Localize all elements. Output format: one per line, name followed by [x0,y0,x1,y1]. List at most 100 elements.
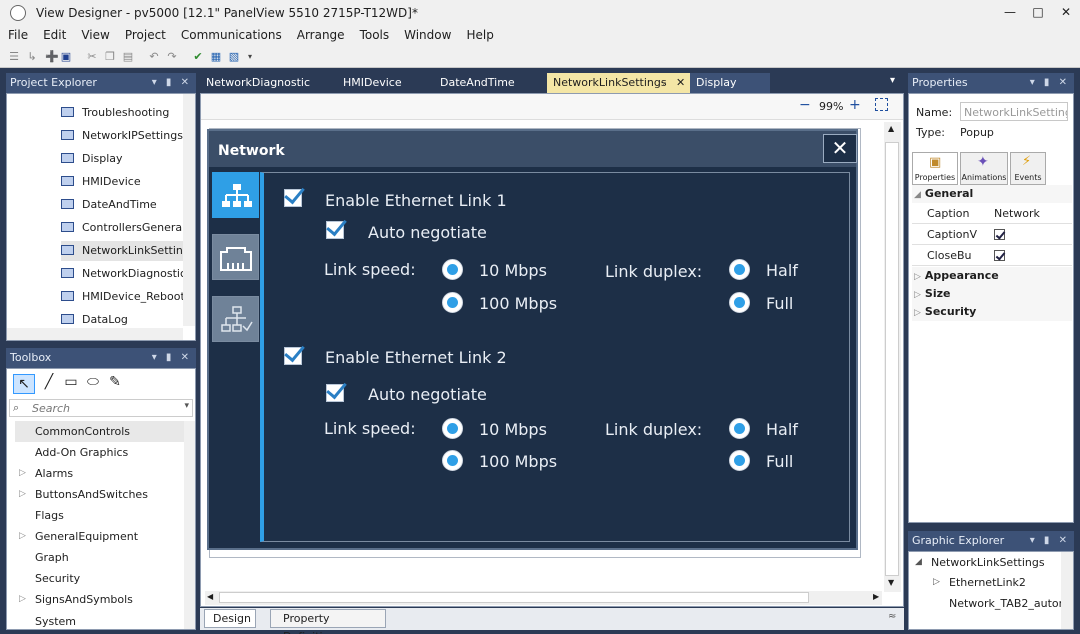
toolbox-category[interactable]: Security [15,568,191,589]
tree-item[interactable]: DataLog [61,310,128,330]
horizontal-scrollbar[interactable] [7,328,183,340]
copy-icon[interactable]: ❐ [102,49,118,65]
expand-icon[interactable]: ▷ [19,589,26,610]
zoom-out-icon[interactable]: − [799,97,811,113]
tree-item[interactable]: NetworkDiagnostic [61,264,186,284]
scroll-thumb[interactable] [885,142,899,576]
link2-speed-100-radio[interactable] [442,450,463,471]
pointer-tool-icon[interactable]: ↖ [13,374,35,394]
pin-icon[interactable]: ⨪ [661,73,666,93]
open-icon[interactable]: ↳ [24,49,40,65]
graphic-item[interactable]: Network_TAB2_autone [949,597,1072,610]
tree-item[interactable]: HMIDevice_RebootC [61,287,192,307]
communications-icon[interactable]: ▧ [226,49,242,65]
toolbox-category[interactable]: ▷ ButtonsAndSwitches [15,484,191,505]
auto-negotiate-link1-checkbox[interactable] [326,221,344,239]
expand-icon[interactable]: ▷ [914,272,921,282]
auto-negotiate-link2-checkbox[interactable] [326,384,344,402]
enable-link2-checkbox[interactable] [284,347,302,365]
link1-speed-10-radio[interactable] [442,259,463,280]
tree-item[interactable]: ControllersGeneral [61,218,185,238]
expand-icon[interactable]: ▷ [19,463,26,484]
enable-link1-checkbox[interactable] [284,189,302,207]
tree-item[interactable]: DateAndTime [61,195,157,215]
tab-ethernet-links[interactable] [212,172,259,218]
tab-design[interactable]: Design [204,609,256,628]
property-row-caption-visible[interactable]: CaptionV [912,224,1072,245]
link2-speed-10-radio[interactable] [442,418,463,439]
toolbox-category[interactable]: CommonControls [15,421,191,442]
tab-list-icon[interactable]: ▾ [890,75,895,86]
close-popup-button[interactable]: ✕ [823,134,857,163]
tab-network-diagnostic[interactable]: NetworkDiagnostic [200,73,336,93]
close-button-checkbox[interactable] [994,250,1005,261]
scroll-up-icon[interactable]: ▲ [888,124,894,133]
cut-icon[interactable]: ✂ [84,49,100,65]
collapse-icon[interactable]: ≈ [888,611,896,622]
link1-speed-100-radio[interactable] [442,292,463,313]
toolbox-category[interactable]: Graph [15,547,191,568]
property-row-close-button[interactable]: CloseBu [912,245,1072,266]
zoom-in-icon[interactable]: + [849,97,861,113]
tab-network-diagnostics[interactable] [212,296,259,342]
expand-icon[interactable]: ▷ [914,308,921,318]
tree-item[interactable]: Display [61,149,123,169]
property-row-caption[interactable]: Caption Network [912,203,1072,224]
scroll-down-icon[interactable]: ▼ [888,578,894,587]
tab-hmi-device[interactable]: HMIDevice [337,73,433,93]
pin-icon[interactable]: ▾ ▮ ✕ [1030,531,1070,551]
undo-icon[interactable]: ↶ [146,49,162,65]
maximize-button[interactable]: □ [1024,3,1052,21]
pin-icon[interactable]: ▾ ▮ ✕ [1030,73,1070,93]
scroll-right-icon[interactable]: ▶ [873,592,879,601]
vertical-scrollbar[interactable]: ▲ ▼ [884,122,901,592]
menu-help[interactable]: Help [458,26,500,42]
pin-icon[interactable]: ▾ ▮ ✕ [152,73,192,93]
name-field[interactable]: NetworkLinkSettings [960,102,1068,121]
tree-item-selected[interactable]: NetworkLinkSettings [61,241,195,261]
close-window-button[interactable]: ✕ [1052,3,1080,21]
toolbar-overflow-icon[interactable]: ▾ [242,49,258,65]
menu-project[interactable]: Project [117,26,173,42]
category-security[interactable]: ▷ Security [912,303,1072,321]
toolbox-category[interactable]: Flags [15,505,191,526]
link1-duplex-half-radio[interactable] [729,259,750,280]
rectangle-tool-icon[interactable]: ▭ [61,374,81,394]
link2-duplex-half-radio[interactable] [729,418,750,439]
scroll-thumb[interactable] [219,592,809,603]
redo-icon[interactable]: ↷ [164,49,180,65]
menu-edit[interactable]: Edit [35,26,73,42]
chevron-down-icon[interactable]: ▾ [184,401,189,411]
tab-port-status[interactable] [212,234,259,280]
tree-item[interactable]: HMIDevice [61,172,141,192]
collapse-icon[interactable]: ◢ [914,190,921,200]
pin-icon[interactable]: ▾ ▮ ✕ [152,348,192,368]
expand-icon[interactable]: ▷ [19,484,26,505]
tab-display[interactable]: Display [690,73,770,93]
toolbox-category[interactable]: Add-On Graphics [15,442,191,463]
fit-to-window-icon[interactable] [875,98,888,111]
category-appearance[interactable]: ▷ Appearance [912,267,1072,285]
line-tool-icon[interactable]: ╱ [39,374,59,394]
menu-file[interactable]: File [0,26,35,42]
caption-visible-checkbox[interactable] [994,229,1005,240]
category-general[interactable]: ◢ General [912,185,1072,203]
expand-icon[interactable]: ▷ [914,290,921,300]
menu-tools[interactable]: Tools [352,26,397,42]
tab-property-definition[interactable]: Property Definition [270,609,386,634]
toolbox-category[interactable]: ▷ SignsAndSymbols [15,589,191,610]
search-box[interactable]: ⌕ Search ▾ [9,399,193,417]
tree-item[interactable]: NetworkIPSettings [61,126,183,146]
menu-view[interactable]: View [73,26,116,42]
toolbox-category[interactable]: ▷ GeneralEquipment [15,526,191,547]
menu-window[interactable]: Window [396,26,458,42]
link2-duplex-full-radio[interactable] [729,450,750,471]
toolbox-category[interactable]: System [15,611,191,629]
horizontal-scrollbar[interactable]: ◀ ▶ [205,591,882,605]
vertical-scrollbar[interactable] [1061,552,1073,629]
scroll-left-icon[interactable]: ◀ [207,592,213,601]
category-size[interactable]: ▷ Size [912,285,1072,303]
new-icon[interactable]: ☰ [6,49,22,65]
minimize-button[interactable]: — [996,3,1024,21]
pen-tool-icon[interactable]: ✎ [105,374,125,394]
